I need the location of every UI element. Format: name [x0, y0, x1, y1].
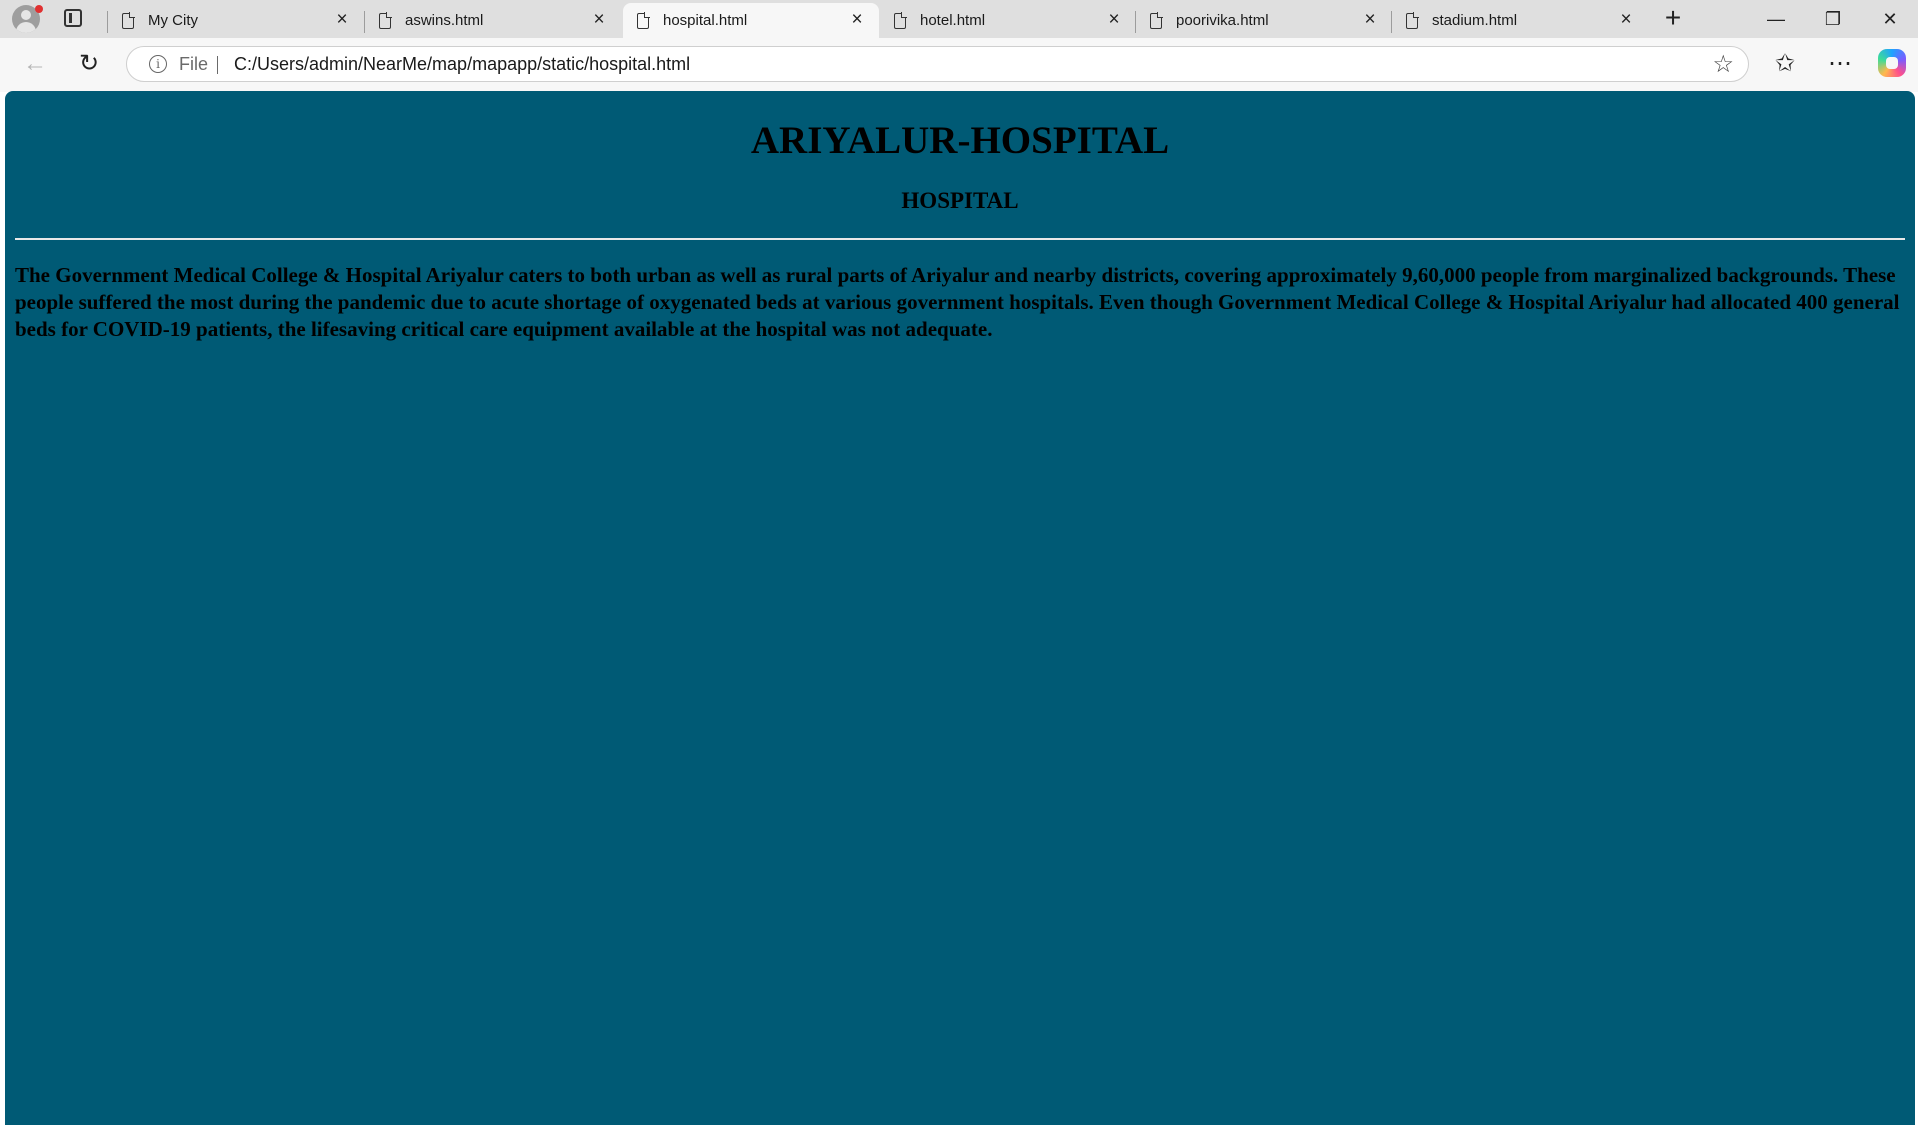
tab-label: aswins.html: [405, 12, 484, 29]
scheme-label: File: [179, 54, 209, 74]
tab-hospital[interactable]: hospital.html ×: [623, 3, 879, 38]
address-divider: [217, 56, 218, 74]
tab-separator: [364, 11, 365, 33]
restore-icon[interactable]: ❐: [1805, 0, 1861, 38]
tab-my-city[interactable]: My City ×: [107, 3, 364, 38]
info-icon[interactable]: i: [149, 55, 167, 73]
close-tab-icon[interactable]: ×: [589, 10, 609, 30]
close-tab-icon[interactable]: ×: [1104, 10, 1124, 30]
close-window-icon[interactable]: ✕: [1862, 0, 1918, 38]
browser-toolbar: ← ↻ i File C:/Users/admin/NearMe/map/map…: [0, 38, 1918, 90]
tab-label: hotel.html: [920, 12, 986, 29]
tab-label: poorivika.html: [1176, 12, 1269, 29]
tab-separator: [107, 11, 108, 33]
new-tab-icon[interactable]: +: [1660, 4, 1686, 32]
page-description: The Government Medical College & Hospita…: [15, 262, 1900, 341]
page-viewport: ARIYALUR-HOSPITAL HOSPITAL The Governmen…: [5, 91, 1915, 1125]
tab-poorivika[interactable]: poorivika.html ×: [1135, 3, 1392, 38]
back-icon[interactable]: ←: [18, 47, 52, 81]
refresh-icon[interactable]: ↻: [72, 47, 106, 81]
file-icon: [1150, 11, 1163, 29]
tab-strip: My City × aswins.html × hospital.html × …: [0, 0, 1918, 38]
close-tab-icon[interactable]: ×: [332, 10, 352, 30]
browser-chrome: My City × aswins.html × hospital.html × …: [0, 0, 1918, 92]
tab-actions-icon[interactable]: [64, 9, 82, 27]
page-subtitle: HOSPITAL: [901, 187, 1019, 213]
more-options-icon[interactable]: ⋯: [1823, 47, 1857, 81]
tab-hotel[interactable]: hotel.html ×: [880, 3, 1136, 38]
notification-dot-icon: [35, 5, 43, 13]
file-icon: [1406, 11, 1419, 29]
tab-separator: [1391, 11, 1392, 33]
tab-stadium[interactable]: stadium.html ×: [1391, 3, 1648, 38]
minimize-icon[interactable]: —: [1748, 0, 1804, 38]
favorites-icon[interactable]: ✩: [1768, 47, 1802, 81]
close-tab-icon[interactable]: ×: [1360, 10, 1380, 30]
page-title: ARIYALUR-HOSPITAL: [750, 119, 1170, 162]
copilot-icon[interactable]: [1878, 49, 1906, 77]
tab-label: hospital.html: [663, 12, 748, 29]
tab-label: stadium.html: [1432, 12, 1518, 29]
tab-label: My City: [148, 12, 198, 29]
file-icon: [637, 11, 650, 29]
address-bar[interactable]: i File C:/Users/admin/NearMe/map/mapapp/…: [126, 46, 1749, 82]
tab-separator: [1135, 11, 1136, 33]
tab-aswins[interactable]: aswins.html ×: [364, 3, 621, 38]
close-tab-icon[interactable]: ×: [1616, 10, 1636, 30]
url-text[interactable]: C:/Users/admin/NearMe/map/mapapp/static/…: [234, 54, 690, 75]
file-icon: [894, 11, 907, 29]
favorite-star-icon[interactable]: ☆: [1712, 50, 1734, 79]
file-icon: [379, 11, 392, 29]
file-icon: [122, 11, 135, 29]
close-tab-icon[interactable]: ×: [847, 10, 867, 30]
